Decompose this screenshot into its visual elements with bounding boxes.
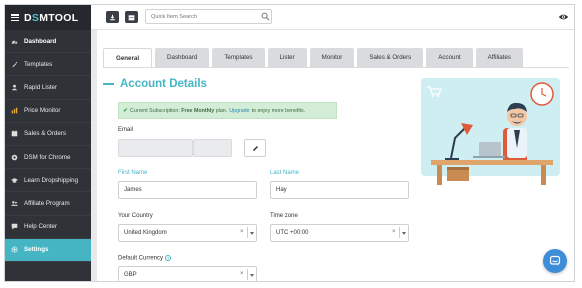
edit-email-button[interactable]	[244, 139, 266, 157]
tab-general[interactable]: General	[103, 48, 153, 67]
page-title: Account Details	[103, 78, 207, 90]
search-icon[interactable]	[261, 12, 270, 21]
tab-lister[interactable]: Lister	[267, 48, 307, 67]
title-dash	[103, 83, 114, 85]
timezone-chevron-down-icon[interactable]	[402, 232, 406, 235]
scrollbar[interactable]	[91, 30, 97, 281]
sidebar-item-sales-orders[interactable]: Sales & Orders	[5, 123, 91, 146]
timezone-select[interactable]: UTC +00:00	[270, 224, 409, 242]
sidebar-item-affiliate-program[interactable]: Affiliate Program	[5, 192, 91, 216]
timezone-clear-icon[interactable]: ×	[392, 229, 396, 235]
sidebar: DSMTOOL Dashboard Templates Rapid Lister…	[5, 5, 91, 281]
chat-bubble-icon	[549, 255, 561, 266]
help-icon[interactable]: ?	[165, 255, 172, 261]
rapid-lister-icon	[11, 84, 18, 91]
email-field-extension	[193, 139, 232, 157]
brand-logo[interactable]: DSMTOOL	[24, 12, 78, 24]
tab-affiliates[interactable]: Affiliates	[475, 48, 523, 67]
sidebar-item-settings[interactable]: Settings	[5, 238, 91, 262]
timezone-select-divider	[399, 227, 400, 238]
affiliate-icon	[11, 200, 18, 207]
last-name-input[interactable]: Hay	[270, 181, 409, 199]
quick-item-search-input[interactable]	[145, 9, 272, 24]
download-icon	[110, 14, 115, 20]
timezone-label: Time zone	[270, 213, 298, 219]
eye-icon[interactable]	[558, 13, 569, 21]
templates-icon	[11, 61, 18, 68]
tab-dashboard[interactable]: Dashboard	[155, 48, 210, 67]
hamburger-menu-icon[interactable]	[11, 14, 19, 21]
app-window: DSMTOOL Dashboard Templates Rapid Lister…	[4, 4, 575, 282]
price-monitor-icon	[11, 107, 18, 114]
office-worker-illustration	[421, 78, 560, 185]
sidebar-item-templates[interactable]: Templates	[5, 53, 91, 77]
country-label: Your Country	[118, 213, 153, 219]
tab-templates[interactable]: Templates	[212, 48, 265, 67]
settings-tabs: General Dashboard Templates Lister Monit…	[103, 48, 526, 67]
top-bar	[91, 5, 574, 30]
country-select[interactable]: United Kingdom	[118, 224, 257, 242]
help-center-icon	[11, 223, 18, 230]
calendar-button[interactable]	[125, 11, 138, 23]
main-content: General Dashboard Templates Lister Monit…	[91, 30, 574, 281]
first-name-label: First Name	[118, 170, 148, 176]
pencil-icon	[252, 145, 258, 151]
sidebar-item-learn-dropshipping[interactable]: Learn Dropshipping	[5, 169, 91, 193]
tab-sales-orders[interactable]: Sales & Orders	[357, 48, 424, 67]
download-button[interactable]	[106, 11, 119, 23]
currency-label: Default Currency?	[118, 255, 172, 262]
email-field	[118, 139, 193, 157]
gear-icon	[11, 246, 18, 253]
sidebar-item-help-center[interactable]: Help Center	[5, 216, 91, 239]
upgrade-link[interactable]: Upgrade	[229, 108, 249, 114]
sales-orders-icon	[11, 130, 18, 137]
dashboard-icon	[11, 38, 18, 45]
brand-bar: DSMTOOL	[5, 5, 91, 30]
tab-account[interactable]: Account	[426, 48, 473, 67]
sidebar-item-dashboard[interactable]: Dashboard	[5, 30, 91, 54]
currency-select-divider	[247, 269, 248, 280]
sidebar-item-dsm-for-chrome[interactable]: DSM for Chrome	[5, 146, 91, 170]
currency-select[interactable]: GBP	[118, 266, 257, 281]
check-icon: ✔	[123, 108, 129, 114]
sidebar-item-price-monitor[interactable]: Price Monitor	[5, 100, 91, 123]
email-label: Email	[118, 127, 134, 133]
country-clear-icon[interactable]: ×	[240, 229, 244, 235]
tab-divider	[103, 67, 569, 68]
last-name-label: Last Name	[270, 170, 300, 176]
currency-clear-icon[interactable]: ×	[240, 271, 244, 277]
subscription-alert: ✔ Current Subscription: Free Monthly pla…	[118, 102, 337, 119]
country-select-divider	[247, 227, 248, 238]
chrome-icon	[11, 154, 18, 161]
tab-monitor[interactable]: Monitor	[309, 48, 355, 67]
first-name-input[interactable]: James	[118, 181, 257, 199]
country-chevron-down-icon[interactable]	[250, 232, 254, 235]
calendar-icon	[128, 14, 135, 20]
currency-chevron-down-icon[interactable]	[250, 274, 254, 277]
graduation-cap-icon	[11, 177, 18, 184]
sidebar-item-rapid-lister[interactable]: Rapid Lister	[5, 76, 91, 100]
chat-button[interactable]	[543, 249, 567, 273]
